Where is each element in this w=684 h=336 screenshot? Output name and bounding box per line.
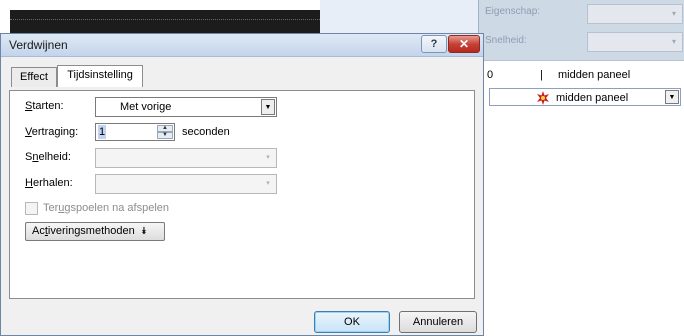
title-bar: Verdwijnen ? ✕: [1, 34, 483, 57]
list-item-label: midden paneel: [558, 69, 631, 81]
snelheid-label-bg: Snelheid:: [485, 35, 527, 46]
vertraging-value: 1: [98, 125, 107, 139]
cancel-button[interactable]: Annuleren: [399, 311, 477, 333]
tab-effect[interactable]: Effect: [11, 67, 57, 87]
snelheid-dropdown[interactable]: ▾: [95, 148, 277, 168]
herhalen-dropdown[interactable]: ▾: [95, 174, 277, 194]
snelheid-combo-bg: ▾: [587, 32, 683, 52]
eigenschap-label: Eigenschap:: [485, 6, 541, 17]
terugspoelen-label: Terugspoelen na afspelen: [43, 202, 169, 214]
effect-options-dialog: Verdwijnen ? ✕ Effect Tijdsinstelling St…: [0, 33, 484, 336]
list-item[interactable]: 0 | midden paneel: [487, 66, 677, 84]
help-button[interactable]: ?: [421, 35, 447, 53]
dialog-title: Verdwijnen: [9, 38, 68, 52]
animation-pane: Eigenschap: ▾ Snelheid: ▾ 0 | midden pan…: [478, 0, 684, 336]
close-button[interactable]: ✕: [448, 35, 480, 53]
background-canvas: [0, 0, 478, 33]
chevron-down-icon: ▾: [671, 37, 676, 46]
eigenschap-combo: ▾: [587, 4, 683, 24]
starten-label: Starten:: [25, 100, 64, 112]
timing-panel: Starten: Met vorige ▼ Vertraging: 1 ▲ ▼ …: [9, 90, 475, 299]
starten-value: Met vorige: [120, 101, 172, 113]
animation-effect-icon: [536, 91, 550, 111]
list-item-selected[interactable]: midden paneel ▼: [489, 88, 681, 106]
terugspoelen-checkbox[interactable]: [25, 202, 38, 215]
vertraging-unit: seconden: [182, 126, 230, 138]
snelheid-label: Snelheid:: [25, 151, 71, 163]
list-item-index: 0: [487, 69, 494, 81]
item-dropdown-button[interactable]: ▼: [665, 90, 679, 104]
vertraging-label: Vertraging:: [25, 126, 79, 138]
background-ribbon: [320, 0, 478, 33]
chevron-down-icon: ▾: [266, 180, 270, 187]
chevron-down-icon: ▾: [266, 154, 270, 161]
chevron-down-icon: ▼: [261, 99, 275, 115]
ok-button[interactable]: OK: [314, 311, 390, 333]
activeringsmethoden-button[interactable]: Activeringsmethoden ⯯: [25, 222, 165, 241]
chevron-down-icon: ▾: [671, 9, 676, 18]
tab-tijdsinstelling[interactable]: Tijdsinstelling: [57, 65, 143, 87]
cursor-marker: |: [540, 69, 543, 81]
animation-list: 0 | midden paneel midden paneel ▼: [479, 60, 684, 336]
stepper-up-icon[interactable]: ▲: [157, 125, 173, 132]
animation-pane-header: Eigenschap: ▾ Snelheid: ▾: [479, 0, 684, 60]
timeline-strip: [10, 10, 320, 33]
starten-dropdown[interactable]: Met vorige ▼: [95, 97, 277, 117]
vertraging-stepper[interactable]: 1 ▲ ▼: [95, 123, 175, 141]
stepper-down-icon[interactable]: ▼: [157, 132, 173, 139]
expand-arrows-icon: ⯯: [140, 226, 147, 237]
herhalen-label: Herhalen:: [25, 177, 73, 189]
list-item-label: midden paneel: [556, 92, 629, 104]
